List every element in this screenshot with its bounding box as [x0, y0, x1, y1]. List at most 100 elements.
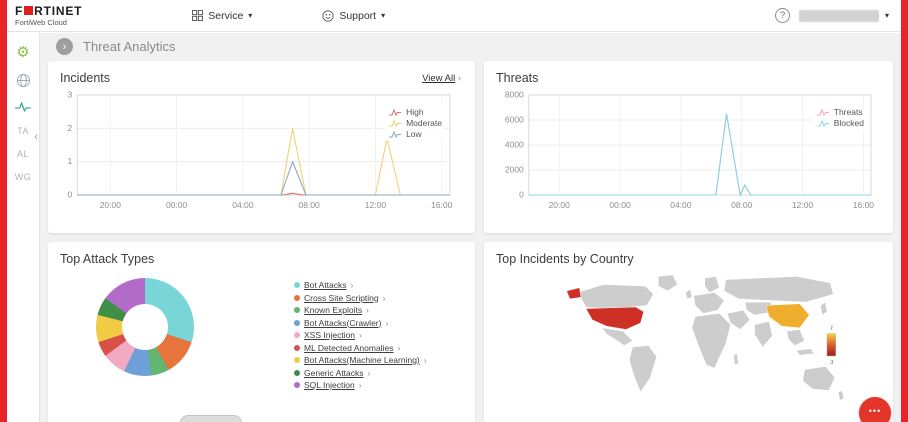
svg-text:0: 0	[519, 190, 524, 200]
attack-panel-button[interactable]	[180, 415, 242, 422]
legend-dot	[294, 382, 300, 388]
map-base-countries	[577, 275, 843, 400]
legend-item[interactable]: Blocked	[816, 118, 864, 128]
service-icon	[192, 10, 203, 21]
legend-dot	[294, 320, 300, 326]
attack-type-link[interactable]: Bot Attacks›	[294, 280, 427, 290]
sidebar-collapse-handle[interactable]: ‹	[34, 131, 38, 143]
left-red-edge	[0, 0, 7, 422]
expand-menu-button[interactable]: ›	[56, 38, 73, 55]
chevron-down-icon: ▾	[885, 11, 889, 20]
legend-line-icon	[816, 108, 830, 117]
legend-item[interactable]: Moderate	[388, 118, 442, 128]
legend-item[interactable]: High	[388, 107, 442, 117]
donut-hole	[122, 304, 168, 350]
legend-dot	[294, 307, 300, 313]
support-icon	[322, 10, 334, 22]
world-map-svg[interactable]: 1 3	[554, 270, 854, 405]
support-menu[interactable]: Support ▾	[322, 10, 385, 22]
brand-prefix: F	[15, 5, 23, 17]
attack-types-legend: Bot Attacks› Cross Site Scripting› Known E…	[294, 278, 427, 390]
sidebar: ⚙ TA AL WG ‹	[7, 33, 40, 422]
svg-text:08:00: 08:00	[731, 200, 753, 210]
attack-type-label: ML Detected Anomalies	[304, 343, 393, 353]
sidebar-item-al[interactable]: AL	[17, 149, 29, 159]
legend-line-icon	[388, 108, 402, 117]
page-title: Threat Analytics	[83, 39, 176, 54]
sidebar-item-ta[interactable]: TA	[17, 126, 29, 136]
svg-text:3: 3	[67, 90, 72, 100]
sidebar-item-wg[interactable]: WG	[15, 172, 32, 182]
page-header: › Threat Analytics	[40, 33, 901, 61]
legend-dot	[294, 357, 300, 363]
legend-line-icon	[816, 119, 830, 128]
chevron-right-icon: ›	[424, 355, 427, 365]
chevron-right-icon: ›	[385, 318, 388, 328]
threats-panel: Threats 0200040006000800020:0000:0004:00…	[484, 61, 893, 233]
panels-grid: Incidents View All › 012320:0000:0004:00…	[40, 61, 901, 422]
help-icon[interactable]: ?	[775, 8, 790, 23]
legend-label: Threats	[834, 107, 863, 117]
svg-text:20:00: 20:00	[100, 200, 122, 210]
attack-type-link[interactable]: ML Detected Anomalies ›	[294, 343, 427, 353]
attack-type-label: Known Exploits	[304, 305, 362, 315]
right-red-edge	[901, 0, 908, 422]
threats-title: Threats	[496, 71, 881, 85]
incidents-title: Incidents	[60, 71, 463, 85]
topbar: FRTINET FortiWeb Cloud Service ▾ Support…	[7, 0, 901, 32]
legend-dot	[294, 345, 300, 351]
legend-dot	[294, 370, 300, 376]
attack-type-link[interactable]: SQL Injection›	[294, 380, 427, 390]
map-heat-legend: 1 3	[826, 324, 835, 366]
chevron-right-icon: ›	[359, 330, 362, 340]
globe-icon[interactable]	[16, 73, 31, 88]
svg-text:8000: 8000	[505, 90, 524, 100]
legend-dot	[294, 282, 300, 288]
chevron-right-icon: ›	[359, 380, 362, 390]
chevron-right-icon: ›	[368, 368, 371, 378]
svg-text:1: 1	[67, 156, 72, 166]
svg-text:0: 0	[67, 190, 72, 200]
account-menu[interactable]: ▾	[799, 10, 889, 22]
product-name: FortiWeb Cloud	[15, 19, 82, 27]
incidents-panel: Incidents View All › 012320:0000:0004:00…	[48, 61, 475, 233]
attack-type-link[interactable]: XSS Injection›	[294, 330, 427, 340]
chevron-right-icon: ›	[351, 280, 354, 290]
attack-type-link[interactable]: Known Exploits›	[294, 305, 427, 315]
legend-dot	[294, 295, 300, 301]
attack-type-link[interactable]: Bot Attacks(Crawler) ›	[294, 318, 427, 328]
fortinet-logo-mark	[24, 6, 33, 15]
main-content: › Threat Analytics Incidents View All › …	[40, 33, 901, 422]
service-menu[interactable]: Service ▾	[192, 10, 252, 22]
country-map-title: Top Incidents by Country	[496, 252, 881, 266]
legend-label: Blocked	[834, 118, 864, 128]
chevron-right-icon: ›	[397, 343, 400, 353]
account-name-redacted	[799, 10, 879, 22]
chat-widget[interactable]: •••	[859, 397, 891, 422]
map-china[interactable]	[765, 304, 808, 328]
attack-type-link[interactable]: Cross Site Scripting›	[294, 293, 427, 303]
pulse-icon[interactable]	[15, 101, 32, 113]
legend-item[interactable]: Low	[388, 129, 442, 139]
legend-item[interactable]: Threats	[816, 107, 864, 117]
attack-type-link[interactable]: Generic Attacks›	[294, 368, 427, 378]
attack-type-label: Bot Attacks(Crawler)	[304, 318, 381, 328]
support-label: Support	[339, 10, 376, 22]
svg-text:16:00: 16:00	[853, 200, 875, 210]
attack-types-body: Bot Attacks› Cross Site Scripting› Known E…	[60, 278, 463, 390]
svg-text:04:00: 04:00	[670, 200, 692, 210]
attack-type-link[interactable]: Bot Attacks(Machine Learning) ›	[294, 355, 427, 365]
gear-icon[interactable]: ⚙	[16, 45, 29, 60]
svg-text:4000: 4000	[505, 140, 524, 150]
svg-text:20:00: 20:00	[549, 200, 571, 210]
attack-type-label: Bot Attacks(Machine Learning)	[304, 355, 420, 365]
svg-text:12:00: 12:00	[792, 200, 814, 210]
view-all-link[interactable]: View All ›	[422, 73, 461, 84]
svg-text:12:00: 12:00	[365, 200, 387, 210]
svg-text:00:00: 00:00	[166, 200, 188, 210]
svg-text:16:00: 16:00	[431, 200, 453, 210]
incidents-legend: HighModerateLow	[385, 105, 445, 141]
legend-dot	[294, 332, 300, 338]
legend-label: High	[406, 107, 423, 117]
attack-types-donut[interactable]	[96, 278, 194, 376]
